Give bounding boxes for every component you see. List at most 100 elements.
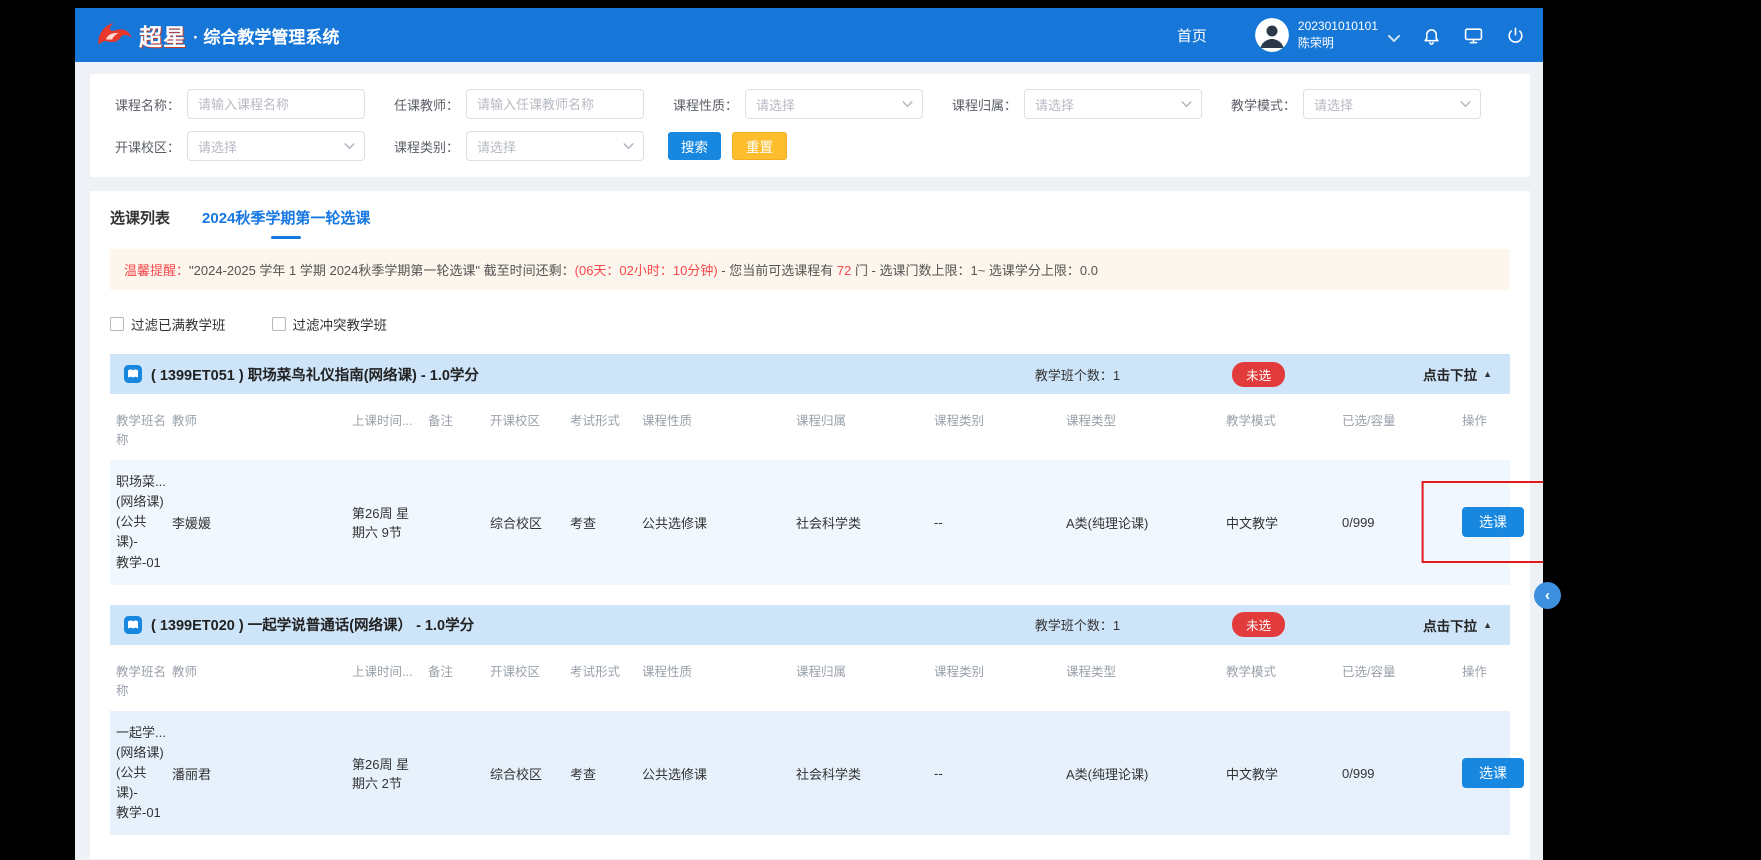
- course-category-field: 课程类别： 请选择: [387, 131, 644, 161]
- arrow-up-icon: ▲: [1483, 620, 1492, 630]
- teacher-input[interactable]: [466, 89, 644, 119]
- col-course-category: 课程类别: [934, 661, 1066, 699]
- chevron-down-icon[interactable]: [1388, 35, 1400, 43]
- tab-round1[interactable]: 2024秋季学期第一轮选课: [202, 207, 370, 239]
- monitor-icon[interactable]: [1463, 26, 1484, 45]
- reset-button[interactable]: 重置: [732, 132, 787, 160]
- filter-conflict-checkbox[interactable]: 过滤冲突教学班: [272, 314, 388, 334]
- bell-icon[interactable]: [1422, 26, 1441, 45]
- col-course-nature: 课程性质: [642, 661, 796, 699]
- notice-mid: - 您当前可选课程有: [718, 263, 837, 278]
- select-course-button[interactable]: 选课: [1462, 507, 1524, 537]
- cell-teacher: 李媛媛: [172, 513, 352, 532]
- col-class-name: 教学班名称: [116, 661, 172, 699]
- col-campus: 开课校区: [490, 661, 570, 699]
- cell-capacity: 0/999: [1342, 766, 1462, 781]
- cell-time: 第26周 星期六 9节: [352, 503, 428, 541]
- course-list-panel: 选课列表 2024秋季学期第一轮选课 温馨提醒："2024-2025 学年 1 …: [90, 191, 1530, 859]
- cell-course-type: A类(纯理论课): [1066, 513, 1226, 532]
- cell-time: 第26周 星期六 2节: [352, 754, 428, 792]
- class-row: 一起学... (网络课) (公共课)- 教学-01 潘丽君 第26周 星期六 2…: [110, 711, 1510, 836]
- chevron-down-icon: [902, 101, 913, 108]
- filter-checkboxes: 过滤已满教学班 过滤冲突教学班: [110, 314, 1510, 334]
- col-teacher: 教师: [172, 661, 352, 699]
- status-badge: 未选: [1232, 362, 1285, 387]
- filter-row-2: 开课校区： 请选择 课程类别： 请选择 搜索 重置: [108, 131, 1512, 161]
- course-title: ( 1399ET020 ) 一起学说普通话(网络课） - 1.0学分: [151, 614, 1035, 635]
- book-icon: [124, 365, 142, 383]
- course-belong-select[interactable]: 请选择: [1024, 89, 1202, 119]
- user-info[interactable]: 202301010101 陈荣明: [1298, 18, 1378, 52]
- col-course-category: 课程类别: [934, 410, 1066, 448]
- chevron-down-icon: [1460, 101, 1471, 108]
- filter-conflict-label: 过滤冲突教学班: [293, 314, 388, 334]
- col-class-name: 教学班名称: [116, 410, 172, 448]
- filter-full-checkbox[interactable]: 过滤已满教学班: [110, 314, 226, 334]
- notice-prefix: 温馨提醒：: [124, 263, 189, 278]
- course-belong-field: 课程归属： 请选择: [945, 89, 1202, 119]
- course-nature-select[interactable]: 请选择: [745, 89, 923, 119]
- checkbox-icon: [272, 317, 286, 331]
- class-table-header: 教学班名称 教师 上课时间... 备注 开课校区 考试形式 课程性质 课程归属 …: [110, 394, 1510, 460]
- notice-countdown: (06天：02小时：10分钟): [575, 263, 718, 278]
- cell-campus: 综合校区: [490, 764, 570, 783]
- class-table-header: 教学班名称 教师 上课时间... 备注 开课校区 考试形式 课程性质 课程归属 …: [110, 645, 1510, 711]
- course-nature-label: 课程性质：: [666, 95, 738, 114]
- app-title: · 综合教学管理系统: [193, 23, 339, 48]
- notice-count: 72: [837, 263, 851, 278]
- col-campus: 开课校区: [490, 410, 570, 448]
- course-name-field: 课程名称：: [108, 89, 365, 119]
- col-exam-form: 考试形式: [570, 661, 642, 699]
- dropdown-toggle[interactable]: 点击下拉 ▲: [1423, 364, 1492, 384]
- course-category-select[interactable]: 请选择: [466, 131, 644, 161]
- chevron-left-icon: ‹: [1545, 587, 1550, 604]
- chevron-down-icon: [623, 143, 634, 150]
- power-icon[interactable]: [1506, 26, 1525, 45]
- course-header: ( 1399ET020 ) 一起学说普通话(网络课） - 1.0学分 教学班个数…: [110, 605, 1510, 645]
- select-course-button[interactable]: 选课: [1462, 758, 1524, 788]
- cell-teacher: 潘丽君: [172, 764, 352, 783]
- cell-course-category: --: [934, 766, 1066, 781]
- campus-field: 开课校区： 请选择: [108, 131, 365, 161]
- col-capacity: 已选/容量: [1342, 661, 1462, 699]
- col-capacity: 已选/容量: [1342, 410, 1462, 448]
- notice-session: "2024-2025 学年 1 学期 2024秋季学期第一轮选课": [189, 263, 480, 278]
- col-time: 上课时间...: [352, 661, 428, 699]
- nav-home[interactable]: 首页: [1177, 25, 1207, 46]
- dropdown-toggle[interactable]: 点击下拉 ▲: [1423, 615, 1492, 635]
- tabs-row: 选课列表 2024秋季学期第一轮选课: [100, 207, 1520, 239]
- teaching-mode-select[interactable]: 请选择: [1303, 89, 1481, 119]
- campus-label: 开课校区：: [108, 137, 180, 156]
- teacher-field: 任课教师：: [387, 89, 644, 119]
- select-value: 请选择: [756, 95, 795, 114]
- course-belong-label: 课程归属：: [945, 95, 1017, 114]
- class-count: 教学班个数：1: [1035, 365, 1120, 384]
- book-icon: [124, 616, 142, 634]
- select-value: 请选择: [477, 137, 516, 156]
- checkbox-icon: [110, 317, 124, 331]
- sidebar-collapse-handle[interactable]: ‹: [1534, 582, 1561, 609]
- select-value: 请选择: [1314, 95, 1353, 114]
- user-avatar-icon: [1255, 18, 1289, 52]
- col-course-belong: 课程归属: [796, 410, 934, 448]
- campus-select[interactable]: 请选择: [187, 131, 365, 161]
- avatar[interactable]: [1255, 18, 1289, 52]
- notice-bar: 温馨提醒："2024-2025 学年 1 学期 2024秋季学期第一轮选课" 截…: [110, 249, 1510, 290]
- app-window: 超星 · 综合教学管理系统 首页 202301010101 陈荣明: [75, 8, 1543, 860]
- col-note: 备注: [428, 410, 490, 448]
- chevron-down-icon: [344, 143, 355, 150]
- cell-capacity: 0/999: [1342, 515, 1462, 530]
- teacher-label: 任课教师：: [387, 95, 459, 114]
- action-cell: 选课: [1462, 758, 1529, 788]
- notice-suffix: 门 - 选课门数上限：1~ 选课学分上限：0.0: [851, 263, 1098, 278]
- cell-teaching-mode: 中文教学: [1226, 513, 1342, 532]
- cell-course-nature: 公共选修课: [642, 513, 796, 532]
- search-button[interactable]: 搜索: [668, 132, 721, 160]
- course-name-input[interactable]: [187, 89, 365, 119]
- filter-panel: 课程名称： 任课教师： 课程性质： 请选择 课程归属： 请选择: [90, 74, 1530, 177]
- course-category-label: 课程类别：: [387, 137, 459, 156]
- cell-course-belong: 社会科学类: [796, 764, 934, 783]
- class-row: 职场菜... (网络课) (公共课)- 教学-01 李媛媛 第26周 星期六 9…: [110, 460, 1510, 585]
- list-title: 选课列表: [110, 207, 170, 228]
- cell-teaching-mode: 中文教学: [1226, 764, 1342, 783]
